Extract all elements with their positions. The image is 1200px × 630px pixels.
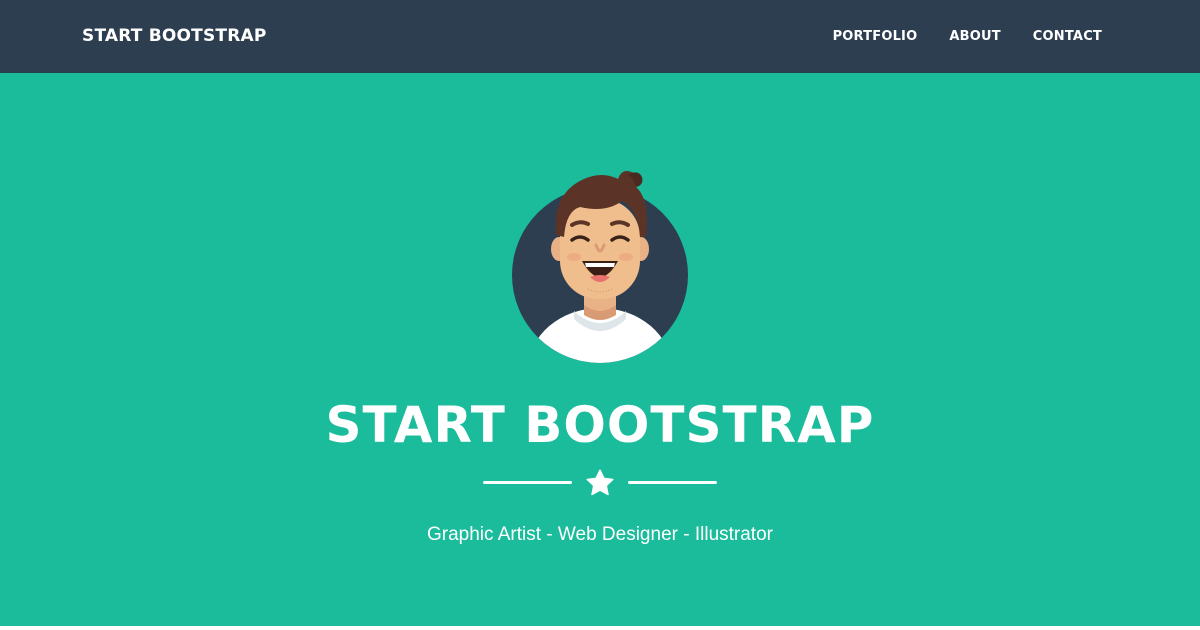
- nav-link-contact[interactable]: CONTACT: [1033, 29, 1102, 44]
- divider-line-left: [483, 481, 572, 484]
- hero-subtitle: Graphic Artist - Web Designer - Illustra…: [427, 524, 773, 545]
- brand-link[interactable]: START BOOTSTRAP: [82, 0, 267, 73]
- nav-link-portfolio[interactable]: PORTFOLIO: [833, 29, 918, 44]
- divider-line-right: [628, 481, 717, 484]
- masthead: START BOOTSTRAP Graphic Artist - Web Des…: [0, 73, 1200, 626]
- star-icon: [586, 469, 614, 496]
- nav-links: PORTFOLIO ABOUT CONTACT: [833, 0, 1102, 73]
- avatar-illustration-icon: [512, 171, 688, 363]
- navbar: START BOOTSTRAP PORTFOLIO ABOUT CONTACT: [0, 0, 1200, 73]
- page-bottom-edge: [0, 626, 1200, 630]
- nav-link-about[interactable]: ABOUT: [949, 29, 1000, 44]
- hero-title: START BOOTSTRAP: [325, 396, 875, 454]
- divider: [483, 467, 717, 499]
